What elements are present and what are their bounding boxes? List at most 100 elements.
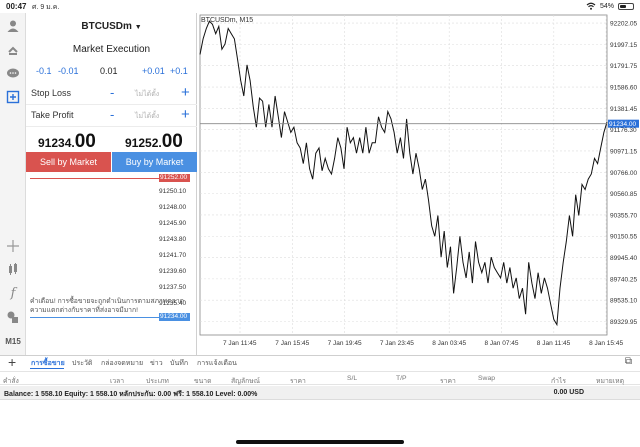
ladder-price: 91243.80 [159,236,187,243]
balance-summary: Balance: 1 558.10 Equity: 1 558.10 หลักป… [4,391,258,398]
objects-icon[interactable] [3,307,23,327]
battery-fill [620,4,626,8]
orders-table-header: คำสั่ง เวลา ประเภท ขนาด สัญลักษณ์ ราคา S… [0,371,640,385]
stop-loss-row: Stop Loss - ไม่ได้ตั้ง + [26,83,197,105]
x-tick-label: 7 Jan 23:45 [380,340,414,347]
ask-price-main: 91252. [125,136,162,150]
ask-line [30,178,159,179]
volume-minus-0.01-button[interactable]: -0.01 [58,66,79,76]
col-sl[interactable]: S/L [347,375,357,382]
new-order-icon[interactable] [3,87,23,107]
y-tick-label: 90766.00 [610,170,637,177]
ladder-price: 91237.50 [159,284,187,291]
take-profit-row: Take Profit - ไม่ได้ตั้ง + [26,105,197,127]
take-profit-label: Take Profit [31,110,74,120]
trade-icon[interactable] [3,40,23,60]
ask-price-big: 00 [161,131,183,152]
y-tick-label: 91381.45 [610,106,637,113]
col-size[interactable]: ขนาด [194,375,212,386]
tab-history[interactable]: ประวัติ [72,358,92,369]
x-tick-label: 8 Jan 03:45 [432,340,466,347]
market-warning: คำเตือน! การซื้อขายจะถูกดำเนินการตามสภาพ… [30,298,185,314]
symbol-label: BTCUSDm [81,21,132,32]
bid-price-big: 00 [74,131,96,152]
symbol-selector[interactable]: BTCUSDm ▼ [26,21,197,32]
stop-loss-label: Stop Loss [31,88,72,98]
ladder-price: 91245.90 [159,220,187,227]
y-tick-label: 90560.85 [610,191,637,198]
y-tick-label: 90971.15 [610,148,637,155]
indicators-icon[interactable] [3,259,23,279]
take-profit-plus-button[interactable]: + [181,106,190,123]
take-profit-minus-button[interactable]: - [110,107,114,122]
battery-percent: 54% [599,2,614,10]
status-date: ศ. 9 ม.ค. [32,4,60,11]
total-profit-currency: USD [569,389,584,396]
battery-icon [618,2,634,10]
execution-type[interactable]: Market Execution [26,44,197,55]
col-time[interactable]: เวลา [110,375,124,386]
chevron-down-icon: ▼ [134,24,142,31]
status-time: 00:47 [6,2,27,11]
col-comment[interactable]: หมายเหตุ [596,375,624,386]
volume-plus-0.1-button[interactable]: +0.1 [170,66,188,76]
tab-alerts[interactable]: การแจ้งเตือน [197,358,237,369]
total-profit-value: 0.00 [553,389,568,396]
status-bar: 00:47 ศ. 9 ม.ค. 54% [0,0,640,13]
col-current-price[interactable]: ราคา [440,375,456,386]
col-profit[interactable]: กำไร [551,375,566,386]
chart-svg: BTCUSDm, M15 92202.0591997.1591791.75915… [198,13,640,355]
terminal-layout-icon[interactable]: ⧉ [625,356,632,367]
y-tick-label: 89329.95 [610,319,637,326]
y-tick-label: 91586.60 [610,85,637,92]
tab-active-underline [30,368,64,369]
stop-loss-input[interactable]: ไม่ได้ตั้ง [135,89,159,100]
x-tick-label: 7 Jan 11:45 [223,340,257,347]
timeframe-button[interactable]: M15 [3,331,23,351]
col-type[interactable]: ประเภท [146,375,169,386]
ladder-price: 91248.00 [159,204,187,211]
left-toolbar: f M15 [0,13,26,355]
tab-news[interactable]: ข่าว [150,358,163,369]
volume-value[interactable]: 0.01 [100,66,118,76]
take-profit-input[interactable]: ไม่ได้ตั้ง [135,111,159,122]
add-icon[interactable]: + [8,354,16,370]
status-right: 54% [586,2,634,10]
y-tick-label: 89535.10 [610,298,637,305]
y-tick-label: 89945.40 [610,255,637,262]
sell-by-market-button[interactable]: Sell by Market [26,152,111,172]
tab-mailbox[interactable]: กล่องจดหมาย [101,358,143,369]
price-chart[interactable]: BTCUSDm, M15 92202.05 91997.15 91791.75 915… [198,13,640,355]
user-icon[interactable] [3,16,23,36]
tab-journal[interactable]: บันทึก [170,358,188,369]
x-tick-label: 7 Jan 19:45 [328,340,362,347]
buy-by-market-button[interactable]: Buy by Market [112,152,197,172]
total-profit: 0.00 USD [554,389,584,396]
volume-minus-0.1-button[interactable]: -0.1 [36,66,52,76]
wifi-icon [586,2,596,10]
bid-line [30,317,159,318]
stop-loss-minus-button[interactable]: - [110,85,114,100]
x-tick-label: 8 Jan 11:45 [537,340,571,347]
col-swap[interactable]: Swap [478,375,495,382]
home-indicator [236,440,404,444]
ask-quote: 91252.00 [125,131,183,153]
y-tick-label: 89740.25 [610,276,637,283]
x-tick-label: 8 Jan 07:45 [485,340,519,347]
ladder-price: 91241.70 [159,252,187,259]
crosshair-icon[interactable] [3,236,23,256]
col-symbol[interactable]: สัญลักษณ์ [231,375,260,386]
col-order[interactable]: คำสั่ง [3,375,19,386]
order-panel: BTCUSDm ▼ Market Execution -0.1 -0.01 0.… [26,13,197,355]
chat-icon[interactable] [3,64,23,84]
stop-loss-plus-button[interactable]: + [181,84,190,101]
col-price[interactable]: ราคา [290,375,306,386]
volume-plus-0.01-button[interactable]: +0.01 [142,66,165,76]
current-price-tag: 91234.00 [609,121,636,128]
function-icon[interactable]: f [3,283,23,303]
col-tp[interactable]: T/P [396,375,407,382]
bid-quote: 91234.00 [38,131,96,153]
ladder-price: 91239.60 [159,268,187,275]
y-tick-label: 91176.30 [610,127,637,134]
volume-stepper: -0.1 -0.01 0.01 +0.01 +0.1 [26,66,197,80]
